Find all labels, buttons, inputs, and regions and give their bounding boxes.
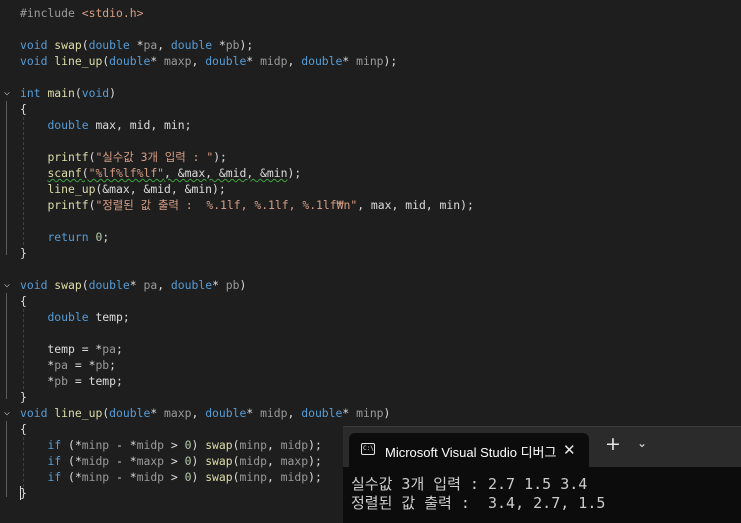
console-output-line: 정렬된 값 출력 : 3.4, 2.7, 1.5 <box>351 494 606 512</box>
console-app-icon: C:\ <box>361 443 375 455</box>
fold-collapse-icon[interactable]: ⌵ <box>2 277 12 293</box>
include-path: <stdio.h> <box>81 6 144 20</box>
code-line: } <box>20 390 27 404</box>
code-line: double temp; <box>47 310 130 324</box>
code-line: temp = *pa; <box>20 342 123 356</box>
preprocessor-directive: #include <box>20 6 82 20</box>
code-line: double max, mid, min; <box>47 118 192 132</box>
code-line: { <box>20 422 27 436</box>
code-line: if (*minp - *midp > 0) swap(minp, midp); <box>47 438 322 452</box>
code-line: #include <stdio.h> <box>20 5 143 21</box>
new-tab-button[interactable]: + <box>605 433 621 455</box>
text-cursor <box>20 486 21 500</box>
code-line: if (*midp - *maxp > 0) swap(midp, maxp); <box>47 454 322 468</box>
console-output-line: 실수값 3개 입력 : 2.7 1.5 3.4 <box>351 475 588 493</box>
code-line: void line_up(double* maxp, double* midp,… <box>20 406 391 420</box>
code-line: if (*minp - *midp > 0) swap(minp, midp); <box>47 470 322 484</box>
close-icon[interactable]: ✕ <box>563 441 576 459</box>
code-line: *pb = temp; <box>20 374 123 388</box>
code-line: line_up(&max, &mid, &min); <box>47 182 226 196</box>
chevron-down-icon[interactable]: ⌄ <box>637 436 647 450</box>
fold-guide <box>6 293 7 399</box>
fold-guide <box>6 421 7 497</box>
code-line: return 0; <box>47 230 110 244</box>
code-line: void line_up(double* maxp, double* midp,… <box>20 54 398 68</box>
code-line: int main(void) <box>20 86 117 100</box>
code-line: void swap(double* pa, double* pb) <box>20 278 247 292</box>
fold-collapse-icon[interactable]: ⌵ <box>2 405 12 421</box>
code-line: *pa = *pb; <box>20 358 117 372</box>
code-line: { <box>20 294 27 308</box>
console-tab-bar: C:\ Microsoft Visual Studio 디버그 ✕ + ⌄ <box>343 427 741 467</box>
code-line: { <box>20 102 27 116</box>
code-line: printf("정렬된 값 출력 : %.1lf, %.1lf, %.1lf₩n… <box>47 198 474 212</box>
code-line: } <box>20 246 27 260</box>
fold-guide <box>6 101 7 255</box>
console-tab-title: Microsoft Visual Studio 디버그 <box>385 445 557 460</box>
code-line: void swap(double *pa, double *pb); <box>20 38 254 52</box>
code-line: } <box>20 486 27 500</box>
console-icon-label: C:\ <box>363 445 374 452</box>
code-line: scanf("%lf%lf%lf", &max, &mid, &min); <box>47 166 302 180</box>
fold-collapse-icon[interactable]: ⌵ <box>2 85 12 101</box>
console-tab[interactable]: C:\ Microsoft Visual Studio 디버그 ✕ <box>349 433 589 467</box>
debug-console-window[interactable]: C:\ Microsoft Visual Studio 디버그 ✕ + ⌄ 실수… <box>343 426 741 523</box>
code-line: printf("실수값 3개 입력 : "); <box>47 150 227 164</box>
